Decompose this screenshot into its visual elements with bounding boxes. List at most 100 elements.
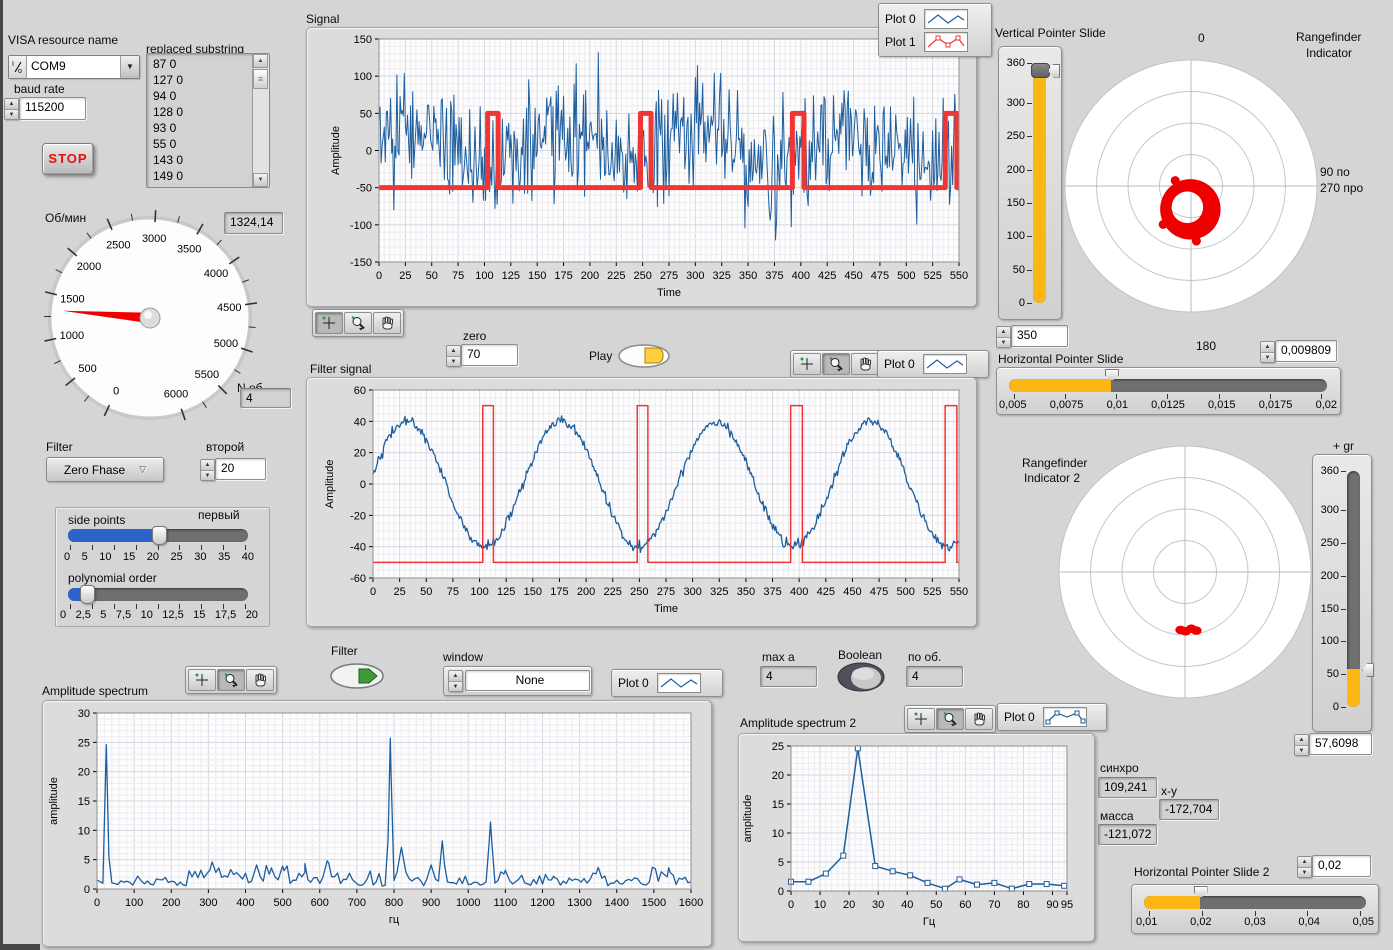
play-toggle[interactable]	[617, 343, 671, 369]
side-points-thumb[interactable]	[152, 526, 167, 545]
list-item[interactable]: 127 0	[153, 72, 252, 88]
vtoroy-label: второй	[206, 440, 244, 454]
hps-stepper[interactable]: ▲▼	[1260, 341, 1275, 363]
svg-text:550: 550	[950, 586, 968, 598]
scroll-thumb[interactable]	[253, 69, 268, 89]
rangefinder-indicator	[1062, 57, 1320, 315]
hps-value-field[interactable]: 0,009809	[1275, 340, 1337, 362]
boolean-toggle[interactable]	[836, 661, 886, 693]
window-select-label: window	[443, 650, 483, 664]
svg-text:0: 0	[94, 897, 100, 909]
list-item[interactable]: 149 0	[153, 168, 252, 184]
window-stepper[interactable]: ▲▼	[448, 670, 463, 692]
stop-button[interactable]: STOP	[42, 143, 94, 175]
zoom-tool-button[interactable]	[344, 312, 372, 334]
amplitude-spectrum-graph-palette[interactable]	[185, 666, 277, 694]
cursor-tool-button[interactable]	[188, 669, 216, 691]
vps-value-field[interactable]: 350	[1011, 325, 1068, 347]
side-points-scale: 0510152025303540	[64, 551, 254, 563]
horizontal-pointer-slide-2[interactable]: 0,010,020,030,040,05	[1131, 884, 1379, 934]
y-axis-label: Amplitude	[330, 126, 342, 175]
slider-thumb[interactable]	[1031, 63, 1050, 78]
side-points-fill	[68, 529, 158, 542]
svg-text:500: 500	[897, 270, 915, 282]
svg-text:50: 50	[420, 586, 432, 598]
zoom-tool-button[interactable]	[217, 669, 245, 691]
amplitude-spectrum2-chart[interactable]: 0102030405060708090950510152025Гцamplitu…	[738, 733, 1095, 942]
spin-up-icon[interactable]: ▲	[5, 99, 18, 110]
horizontal-pointer-slide[interactable]: 0,0050,00750,010,01250,0150,01750,02	[996, 367, 1341, 415]
filter-toggle[interactable]	[329, 662, 385, 690]
hps2-value-field[interactable]: 0,02	[1312, 855, 1371, 877]
cursor-tool-button[interactable]	[793, 353, 821, 375]
gr-slide[interactable]: 360300250200150100500	[1312, 454, 1372, 732]
baud-rate-stepper[interactable]: ▲▼	[4, 98, 19, 120]
rangefinder-indicator-2	[1056, 443, 1314, 701]
filter-signal-graph-palette[interactable]	[790, 350, 882, 378]
signal-legend[interactable]: Plot 0 Plot 1	[878, 3, 992, 57]
cursor-tool-button[interactable]	[315, 312, 343, 334]
zoom-tool-button[interactable]	[936, 708, 964, 730]
window-select[interactable]: ▲▼ None	[443, 666, 592, 696]
polynomial-order-slider[interactable]	[68, 588, 248, 601]
polynomial-order-thumb[interactable]	[80, 585, 95, 604]
scrollbar[interactable]: ▲ ▼	[252, 54, 269, 187]
amplitude-spectrum-legend[interactable]: Plot 0	[611, 669, 723, 697]
pan-hand-tool-button[interactable]	[965, 708, 993, 730]
spin-down-icon[interactable]: ▼	[5, 110, 18, 120]
chevron-down-icon[interactable]: ▼	[120, 56, 139, 78]
zoom-tool-button[interactable]	[822, 353, 850, 375]
visa-resource-combo[interactable]: Io COM9 ▼	[8, 55, 140, 79]
signal-graph-palette[interactable]	[312, 309, 404, 337]
baud-rate-field[interactable]: 115200	[19, 97, 86, 120]
amplitude-spectrum-chart[interactable]: 0100200300400500600700800900100011001200…	[42, 700, 712, 947]
max-a-label: max a	[762, 650, 795, 664]
cursor-tool-button[interactable]	[907, 708, 935, 730]
svg-text:200: 200	[577, 586, 595, 598]
amplitude-spectrum2-graph-palette[interactable]	[904, 705, 996, 733]
svg-text:125: 125	[497, 586, 515, 598]
hps2-stepper[interactable]: ▲▼	[1297, 856, 1312, 878]
svg-text:175: 175	[550, 586, 568, 598]
svg-text:700: 700	[348, 897, 366, 909]
gauge-scale-label: 2500	[106, 240, 130, 252]
pan-hand-tool-button[interactable]	[851, 353, 879, 375]
vtoroy-field[interactable]: 20	[215, 458, 266, 480]
svg-text:325: 325	[710, 586, 728, 598]
filter-select-value: Zero Fhase	[64, 463, 125, 477]
svg-text:0: 0	[778, 886, 784, 898]
y-axis-ticks: 051015202530	[78, 708, 97, 896]
pan-hand-tool-button[interactable]	[246, 669, 274, 691]
list-items[interactable]: 87 0127 094 0128 093 055 0143 0149 0	[147, 54, 252, 187]
pan-hand-tool-button[interactable]	[373, 312, 401, 334]
zero-field[interactable]: 70	[461, 344, 518, 366]
svg-text:225: 225	[607, 270, 625, 282]
list-item[interactable]: 94 0	[153, 88, 252, 104]
amplitude-spectrum2-legend[interactable]: Plot 0	[997, 703, 1107, 731]
filter-signal-chart[interactable]: 0255075100125150175200225250275300325350…	[306, 377, 977, 627]
scroll-down-icon[interactable]: ▼	[253, 173, 268, 187]
gr-value-field[interactable]: 57,6098	[1309, 733, 1372, 755]
zero-stepper[interactable]: ▲▼	[446, 345, 461, 367]
list-item[interactable]: 87 0	[153, 56, 252, 72]
list-item[interactable]: 143 0	[153, 152, 252, 168]
svg-text:0: 0	[84, 884, 90, 896]
filter-select-dropdown[interactable]: Zero Fhase ▽	[46, 457, 164, 482]
replaced-substring-listbox[interactable]: 87 0127 094 0128 093 055 0143 0149 0 ▲ ▼	[146, 53, 270, 188]
tick-label: 0,05	[1353, 916, 1374, 928]
vps-stepper[interactable]: ▲▼	[996, 326, 1011, 348]
list-item[interactable]: 93 0	[153, 120, 252, 136]
svg-text:1500: 1500	[642, 897, 666, 909]
scroll-up-icon[interactable]: ▲	[253, 54, 268, 68]
signal-chart[interactable]: 0255075100125150175200225250275300325350…	[306, 27, 977, 307]
list-item[interactable]: 55 0	[153, 136, 252, 152]
tick-label: 25	[171, 551, 183, 563]
po-ob-label: по об.	[908, 650, 941, 664]
gr-stepper[interactable]: ▲▼	[1294, 734, 1309, 756]
list-item[interactable]: 128 0	[153, 104, 252, 120]
slider-pointer[interactable]	[1362, 663, 1374, 677]
rpm-value-display: 1324,14	[224, 212, 283, 234]
vertical-pointer-slide[interactable]: 360300250200150100500	[998, 46, 1062, 320]
vtoroy-stepper[interactable]: ▲▼	[200, 459, 215, 481]
filter-signal-legend[interactable]: Plot 0	[877, 350, 989, 378]
